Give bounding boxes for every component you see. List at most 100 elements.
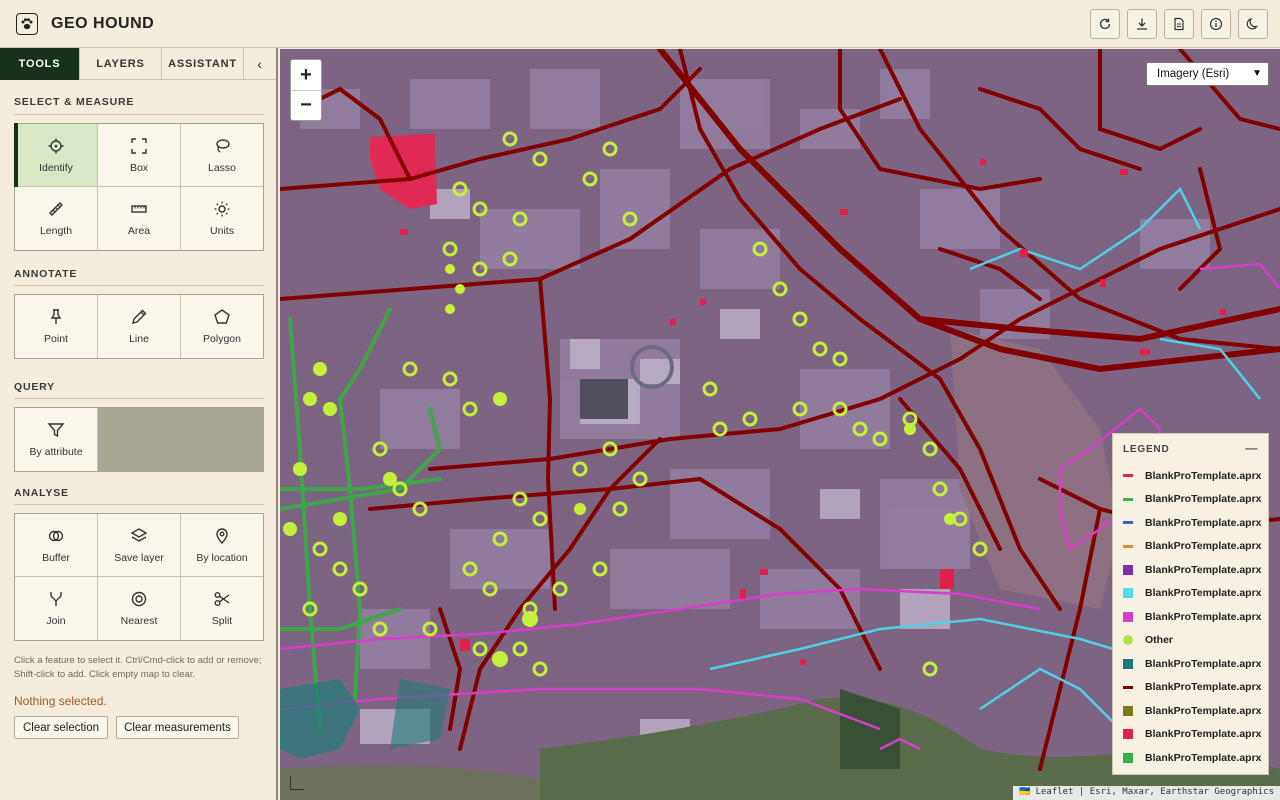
map-corner-marker [290, 776, 304, 790]
selection-status: Nothing selected. [14, 694, 107, 708]
legend-swatch [1123, 564, 1133, 575]
legend-item: BlankProTemplate.aprx [1113, 723, 1268, 747]
legend-item: BlankProTemplate.aprx [1113, 464, 1268, 488]
zoom-in-button[interactable]: + [291, 60, 321, 90]
length-tool-button[interactable]: Length [15, 187, 98, 250]
legend-item: BlankProTemplate.aprx [1113, 746, 1268, 770]
legend-item: Other [1113, 629, 1268, 653]
polygon-tool-button[interactable]: Polygon [181, 295, 263, 358]
tool-label: Polygon [203, 333, 241, 345]
legend-label: BlankProTemplate.aprx [1145, 516, 1262, 529]
tool-label: Save layer [114, 551, 164, 564]
point-tool-button[interactable]: Point [15, 295, 98, 358]
legend-label: Other [1145, 634, 1174, 647]
info-button[interactable] [1201, 9, 1231, 39]
legend-item: BlankProTemplate.aprx [1113, 582, 1268, 606]
clear-measurements-button[interactable]: Clear measurements [116, 716, 239, 739]
moon-icon [1246, 18, 1258, 30]
app-header: GEO HOUND [0, 0, 1280, 48]
tool-label: Area [127, 225, 151, 237]
filter-icon [47, 423, 65, 438]
tool-label: Units [210, 225, 234, 237]
area-tool-button[interactable]: Area [98, 187, 181, 250]
legend-item: BlankProTemplate.aprx [1113, 652, 1268, 676]
identify-tool-button[interactable]: Identify [14, 123, 98, 187]
buffer-tool-button[interactable]: Buffer [15, 514, 98, 577]
legend-item: BlankProTemplate.aprx [1113, 535, 1268, 559]
legend-swatch [1123, 705, 1133, 716]
join-tool-button[interactable]: Join [15, 577, 98, 640]
download-button[interactable] [1127, 9, 1157, 39]
legend-label: BlankProTemplate.aprx [1145, 728, 1262, 741]
info-icon [1209, 17, 1223, 31]
legend-title: LEGEND [1123, 443, 1170, 455]
box-select-icon [131, 137, 147, 154]
tool-label: By location [196, 551, 248, 564]
pencil-icon [132, 309, 147, 324]
tab-assistant[interactable]: ASSISTANT [162, 48, 244, 80]
legend-swatch [1123, 635, 1133, 646]
nearest-tool-button[interactable]: Nearest [98, 577, 181, 640]
area-ruler-icon [131, 205, 147, 213]
legend-panel: LEGEND — BlankProTemplate.aprx BlankProTe… [1112, 433, 1269, 775]
pushpin-icon [50, 309, 62, 324]
sidebar: TOOLS LAYERS ASSISTANT ‹ SELECT & MEASUR… [0, 48, 278, 800]
legend-swatch [1123, 729, 1133, 740]
legend-swatch [1123, 588, 1133, 599]
line-tool-button[interactable]: Line [98, 295, 181, 358]
tool-label: Split [211, 615, 233, 627]
tool-label: Buffer [42, 551, 70, 564]
by-attribute-tool-button[interactable]: By attribute [15, 408, 98, 471]
dark-mode-button[interactable] [1238, 9, 1268, 39]
tool-label: Box [129, 161, 149, 174]
collapse-sidebar-button[interactable]: ‹ [244, 48, 276, 80]
section-title-annotate: ANNOTATE [14, 268, 78, 280]
analyse-tools: Buffer Save layer By location Join Neare… [14, 513, 264, 641]
split-tool-button[interactable]: Split [181, 577, 263, 640]
lasso-icon [216, 138, 230, 153]
box-tool-button[interactable]: Box [98, 124, 181, 187]
document-button[interactable] [1164, 9, 1194, 39]
legend-item: BlankProTemplate.aprx [1113, 605, 1268, 629]
legend-label: BlankProTemplate.aprx [1145, 610, 1262, 623]
tool-label: Length [39, 225, 73, 237]
section-title-query: QUERY [14, 381, 55, 393]
query-tools: By attribute [14, 407, 264, 472]
legend-label: BlankProTemplate.aprx [1145, 469, 1262, 482]
target-icon [131, 591, 147, 607]
lasso-tool-button[interactable]: Lasso [181, 124, 263, 187]
tab-tools[interactable]: TOOLS [0, 48, 80, 80]
clear-selection-button[interactable]: Clear selection [14, 716, 108, 739]
app-title: GEO HOUND [51, 14, 155, 32]
basemap-select[interactable]: Imagery (Esri) ▼ [1146, 62, 1269, 86]
basemap-selected-value: Imagery (Esri) [1157, 68, 1230, 80]
zoom-control: + − [290, 59, 322, 121]
annotate-tools: Point Line Polygon [14, 294, 264, 359]
legend-swatch [1123, 685, 1133, 689]
tool-label: By attribute [29, 446, 83, 458]
legend-swatch [1123, 544, 1133, 548]
legend-minimize-button[interactable]: — [1245, 441, 1258, 455]
save-layer-tool-button[interactable]: Save layer [98, 514, 181, 577]
divider [14, 285, 264, 286]
legend-swatch [1123, 611, 1133, 622]
divider [14, 398, 264, 399]
layers-icon [130, 527, 148, 542]
tab-layers[interactable]: LAYERS [80, 48, 162, 80]
legend-label: BlankProTemplate.aprx [1145, 681, 1262, 694]
buffer-icon [48, 530, 64, 541]
units-tool-button[interactable]: Units [181, 187, 263, 250]
tool-label: Join [46, 615, 66, 627]
tool-label: Lasso [207, 161, 237, 174]
legend-label: BlankProTemplate.aprx [1145, 540, 1262, 553]
legend-swatch [1123, 497, 1133, 501]
map-view[interactable]: + − Imagery (Esri) ▼ LEGEND — BlankProTe… [280, 49, 1280, 800]
refresh-button[interactable] [1090, 9, 1120, 39]
empty-slot [98, 408, 263, 471]
tool-label: Identify [39, 161, 73, 174]
crosshair-icon [48, 138, 64, 153]
chevron-down-icon: ▼ [1252, 68, 1262, 79]
by-location-tool-button[interactable]: By location [181, 514, 263, 577]
legend-header: LEGEND — [1113, 434, 1268, 464]
zoom-out-button[interactable]: − [291, 90, 321, 120]
